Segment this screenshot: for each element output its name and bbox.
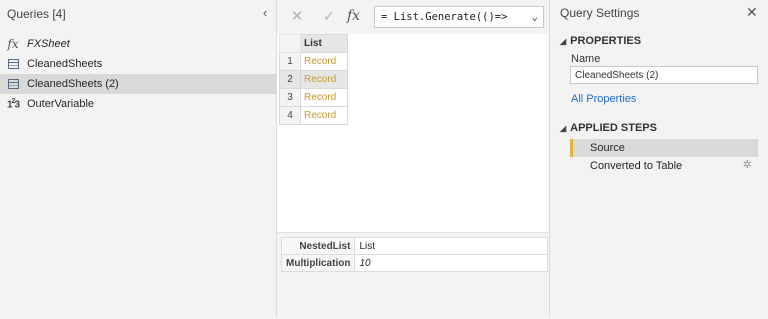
applied-steps-heading-label: APPLIED STEPS bbox=[570, 122, 657, 134]
table-row[interactable]: 3 Record bbox=[279, 88, 348, 107]
query-label: CleanedSheets (2) bbox=[27, 78, 119, 90]
gear-icon[interactable]: ✲ bbox=[743, 158, 752, 171]
grid-corner[interactable] bbox=[279, 34, 301, 53]
formula-bar: ✕ ✓ fx = List.Generate(()=> ⌄ bbox=[277, 0, 548, 34]
detail-value: 10 bbox=[354, 254, 548, 272]
table-row[interactable]: 2 Record bbox=[279, 70, 348, 89]
record-link[interactable]: Record bbox=[300, 106, 348, 125]
grid-header-row: List bbox=[279, 34, 348, 53]
expand-triangle-icon: ◢ bbox=[560, 124, 567, 133]
row-number: 1 bbox=[279, 52, 301, 71]
table-icon bbox=[5, 77, 21, 91]
step-label: Converted to Table bbox=[590, 160, 683, 172]
commit-icon[interactable]: ✓ bbox=[319, 9, 339, 25]
query-label: CleanedSheets bbox=[27, 58, 103, 70]
step-converted-to-table[interactable]: Converted to Table ✲ bbox=[570, 157, 758, 175]
detail-value: List bbox=[354, 237, 548, 255]
record-detail-pane: NestedList List Multiplication 10 bbox=[277, 232, 548, 319]
settings-title: Query Settings bbox=[560, 6, 640, 20]
applied-steps-heading[interactable]: ◢ APPLIED STEPS bbox=[560, 122, 657, 134]
all-properties-link[interactable]: All Properties bbox=[571, 93, 636, 105]
result-grid: List 1 Record 2 Record 3 Record 4 Record bbox=[279, 34, 348, 125]
query-label: OuterVariable bbox=[27, 98, 95, 110]
properties-heading[interactable]: ◢ PROPERTIES bbox=[560, 35, 641, 47]
record-detail-table: NestedList List Multiplication 10 bbox=[280, 237, 548, 272]
data-preview-pane: ✕ ✓ fx = List.Generate(()=> ⌄ List 1 Rec… bbox=[277, 0, 548, 319]
queries-pane: Queries [4] ‹ fx FXSheet CleanedSheets C… bbox=[0, 0, 277, 318]
name-label: Name bbox=[571, 53, 601, 65]
properties-heading-label: PROPERTIES bbox=[570, 35, 642, 47]
row-number: 3 bbox=[279, 88, 301, 107]
applied-steps-list: Source Converted to Table ✲ bbox=[570, 139, 758, 175]
table-row[interactable]: 1 Record bbox=[279, 52, 348, 71]
fx-icon[interactable]: fx bbox=[347, 8, 360, 24]
detail-row: NestedList List bbox=[280, 237, 548, 255]
query-label: FXSheet bbox=[27, 38, 70, 50]
formula-text: = List.Generate(()=> bbox=[381, 11, 508, 23]
query-item-fxsheet[interactable]: fx FXSheet bbox=[0, 34, 276, 54]
collapse-pane-icon[interactable]: ‹ bbox=[258, 5, 272, 20]
formula-input[interactable]: = List.Generate(()=> ⌄ bbox=[374, 6, 544, 28]
record-link[interactable]: Record bbox=[300, 88, 348, 107]
column-header-list[interactable]: List bbox=[300, 34, 348, 53]
row-number: 2 bbox=[279, 70, 301, 89]
function-icon: fx bbox=[7, 37, 19, 51]
query-settings-pane: Query Settings ✕ ◢PROPERTIES Name All Pr… bbox=[549, 0, 768, 318]
cancel-icon[interactable]: ✕ bbox=[287, 9, 307, 25]
close-icon[interactable]: ✕ bbox=[746, 4, 758, 21]
record-link[interactable]: Record bbox=[300, 70, 348, 89]
row-number: 4 bbox=[279, 106, 301, 125]
queries-title: Queries [4] bbox=[7, 7, 66, 21]
query-name-input[interactable] bbox=[570, 66, 758, 84]
query-item-cleanedsheets[interactable]: CleanedSheets bbox=[0, 54, 276, 74]
table-icon bbox=[5, 57, 21, 71]
query-item-cleanedsheets-2[interactable]: CleanedSheets (2) bbox=[0, 74, 276, 94]
step-source[interactable]: Source bbox=[570, 139, 758, 157]
record-link[interactable]: Record bbox=[300, 52, 348, 71]
detail-key: NestedList bbox=[280, 237, 356, 255]
number-icon: 123 bbox=[6, 97, 20, 111]
chevron-down-icon[interactable]: ⌄ bbox=[531, 10, 538, 23]
detail-key: Multiplication bbox=[280, 254, 356, 272]
expand-triangle-icon: ◢ bbox=[560, 37, 567, 46]
query-item-outervariable[interactable]: 123 OuterVariable bbox=[0, 94, 276, 114]
step-label: Source bbox=[590, 142, 625, 154]
detail-row: Multiplication 10 bbox=[280, 254, 548, 272]
queries-list: fx FXSheet CleanedSheets CleanedSheets (… bbox=[0, 34, 276, 114]
table-row[interactable]: 4 Record bbox=[279, 106, 348, 125]
